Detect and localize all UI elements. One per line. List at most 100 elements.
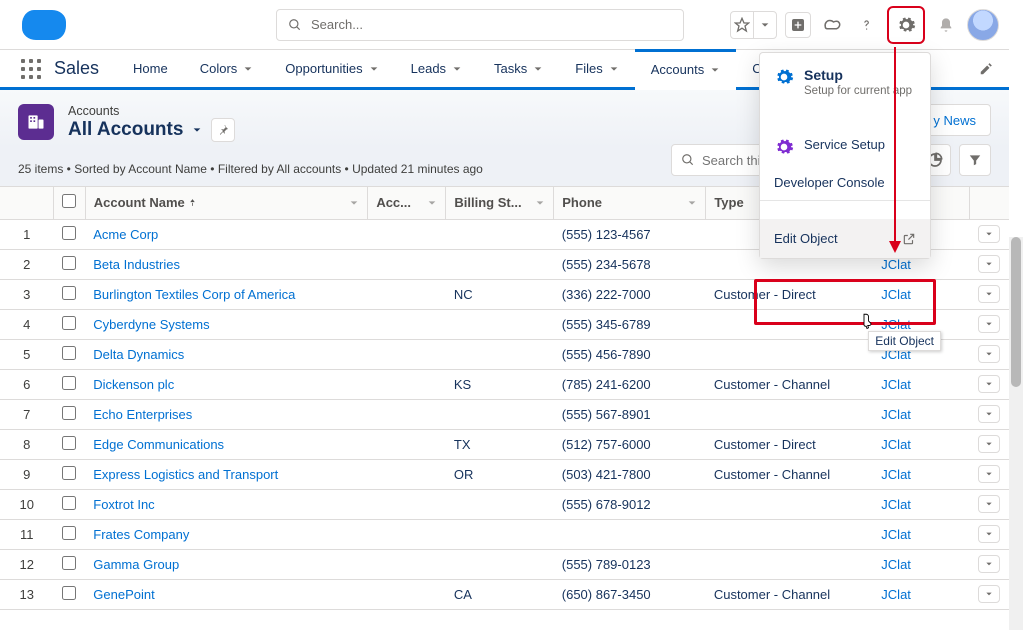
favorites-combo[interactable] bbox=[730, 11, 777, 39]
account-link[interactable]: GenePoint bbox=[93, 587, 154, 602]
account-link[interactable]: Delta Dynamics bbox=[93, 347, 184, 362]
owner-link[interactable]: JClat bbox=[881, 527, 911, 542]
row-action-button[interactable] bbox=[978, 525, 1000, 543]
chevron-down-icon[interactable] bbox=[349, 198, 359, 208]
owner-link[interactable]: JClat bbox=[881, 287, 911, 302]
row-action-button[interactable] bbox=[978, 285, 1000, 303]
row-action-button[interactable] bbox=[978, 375, 1000, 393]
edit-nav-icon[interactable] bbox=[963, 50, 1009, 87]
col-billing[interactable]: Billing St... bbox=[446, 187, 554, 219]
app-launcher-icon[interactable] bbox=[14, 50, 48, 87]
scrollbar-thumb[interactable] bbox=[1011, 237, 1021, 387]
setup-gear-icon[interactable] bbox=[893, 12, 919, 38]
nav-item-accounts[interactable]: Accounts bbox=[635, 49, 736, 90]
account-link[interactable]: Frates Company bbox=[93, 527, 189, 542]
row-checkbox-cell[interactable] bbox=[53, 399, 85, 429]
listview-name[interactable]: All Accounts bbox=[68, 119, 183, 141]
account-link[interactable]: Dickenson plc bbox=[93, 377, 174, 392]
owner-link[interactable]: JClat bbox=[881, 317, 911, 332]
row-checkbox[interactable] bbox=[62, 586, 76, 600]
col-select-all[interactable] bbox=[53, 187, 85, 219]
chevron-down-icon[interactable] bbox=[427, 198, 437, 208]
filter-icon[interactable] bbox=[959, 144, 991, 176]
row-action-button[interactable] bbox=[978, 255, 1000, 273]
account-link[interactable]: Edge Communications bbox=[93, 437, 224, 452]
row-action-button[interactable] bbox=[978, 495, 1000, 513]
salesforce-help-icon[interactable] bbox=[819, 12, 845, 38]
owner-link[interactable]: JClat bbox=[881, 467, 911, 482]
row-checkbox-cell[interactable] bbox=[53, 579, 85, 609]
pin-icon[interactable] bbox=[211, 118, 235, 142]
setup-menu-item-service-setup[interactable]: Service Setup bbox=[760, 129, 930, 165]
row-action-button[interactable] bbox=[978, 555, 1000, 573]
row-checkbox[interactable] bbox=[62, 466, 76, 480]
account-link[interactable]: Gamma Group bbox=[93, 557, 179, 572]
chevron-down-icon[interactable] bbox=[687, 198, 697, 208]
chevron-down-icon[interactable] bbox=[754, 12, 776, 38]
bell-icon[interactable] bbox=[933, 12, 959, 38]
col-phone[interactable]: Phone bbox=[554, 187, 706, 219]
row-action-button[interactable] bbox=[978, 345, 1000, 363]
account-link[interactable]: Burlington Textiles Corp of America bbox=[93, 287, 295, 302]
owner-link[interactable]: JClat bbox=[881, 407, 911, 422]
global-search-input[interactable] bbox=[276, 9, 684, 41]
select-all-checkbox[interactable] bbox=[62, 194, 76, 208]
owner-link[interactable]: JClat bbox=[881, 557, 911, 572]
row-checkbox[interactable] bbox=[62, 556, 76, 570]
account-link[interactable]: Cyberdyne Systems bbox=[93, 317, 209, 332]
row-checkbox-cell[interactable] bbox=[53, 429, 85, 459]
row-checkbox[interactable] bbox=[62, 346, 76, 360]
row-action-button[interactable] bbox=[978, 405, 1000, 423]
row-checkbox[interactable] bbox=[62, 226, 76, 240]
owner-link[interactable]: JClat bbox=[881, 437, 911, 452]
star-icon[interactable] bbox=[731, 12, 753, 38]
account-link[interactable]: Express Logistics and Transport bbox=[93, 467, 278, 482]
nav-item-colors[interactable]: Colors bbox=[184, 50, 270, 87]
row-checkbox-cell[interactable] bbox=[53, 249, 85, 279]
row-action-button[interactable] bbox=[978, 465, 1000, 483]
row-checkbox[interactable] bbox=[62, 256, 76, 270]
owner-link[interactable]: JClat bbox=[881, 377, 911, 392]
owner-link[interactable]: JClat bbox=[881, 587, 911, 602]
vertical-scrollbar[interactable] bbox=[1009, 237, 1023, 630]
row-checkbox-cell[interactable] bbox=[53, 489, 85, 519]
row-checkbox-cell[interactable] bbox=[53, 549, 85, 579]
chevron-down-icon[interactable] bbox=[191, 125, 203, 135]
row-action-button[interactable] bbox=[978, 435, 1000, 453]
row-checkbox[interactable] bbox=[62, 496, 76, 510]
row-checkbox[interactable] bbox=[62, 526, 76, 540]
row-checkbox-cell[interactable] bbox=[53, 309, 85, 339]
nav-item-tasks[interactable]: Tasks bbox=[478, 50, 559, 87]
nav-item-leads[interactable]: Leads bbox=[395, 50, 478, 87]
add-icon[interactable] bbox=[785, 12, 811, 38]
row-checkbox[interactable] bbox=[62, 436, 76, 450]
row-action-button[interactable] bbox=[978, 315, 1000, 333]
chevron-down-icon[interactable] bbox=[535, 198, 545, 208]
account-link[interactable]: Acme Corp bbox=[93, 227, 158, 242]
account-link[interactable]: Foxtrot Inc bbox=[93, 497, 154, 512]
setup-menu-item-edit-object[interactable]: Edit Object bbox=[760, 219, 930, 258]
question-icon[interactable] bbox=[853, 12, 879, 38]
row-checkbox[interactable] bbox=[62, 316, 76, 330]
row-action-button[interactable] bbox=[978, 225, 1000, 243]
account-link[interactable]: Beta Industries bbox=[93, 257, 180, 272]
row-checkbox-cell[interactable] bbox=[53, 279, 85, 309]
row-checkbox[interactable] bbox=[62, 376, 76, 390]
nav-item-home[interactable]: Home bbox=[117, 50, 184, 87]
user-avatar[interactable] bbox=[967, 9, 999, 41]
owner-link[interactable]: JClat bbox=[881, 497, 911, 512]
row-checkbox-cell[interactable] bbox=[53, 459, 85, 489]
col-account-name[interactable]: Account Name bbox=[85, 187, 368, 219]
account-link[interactable]: Echo Enterprises bbox=[93, 407, 192, 422]
col-acc[interactable]: Acc... bbox=[368, 187, 446, 219]
row-checkbox-cell[interactable] bbox=[53, 369, 85, 399]
row-checkbox[interactable] bbox=[62, 406, 76, 420]
nav-item-files[interactable]: Files bbox=[559, 50, 634, 87]
row-checkbox-cell[interactable] bbox=[53, 519, 85, 549]
setup-menu-item-setup[interactable]: Setup Setup for current app bbox=[760, 63, 930, 107]
row-action-button[interactable] bbox=[978, 585, 1000, 603]
nav-item-opportunities[interactable]: Opportunities bbox=[269, 50, 394, 87]
row-checkbox-cell[interactable] bbox=[53, 219, 85, 249]
row-checkbox[interactable] bbox=[62, 286, 76, 300]
row-checkbox-cell[interactable] bbox=[53, 339, 85, 369]
